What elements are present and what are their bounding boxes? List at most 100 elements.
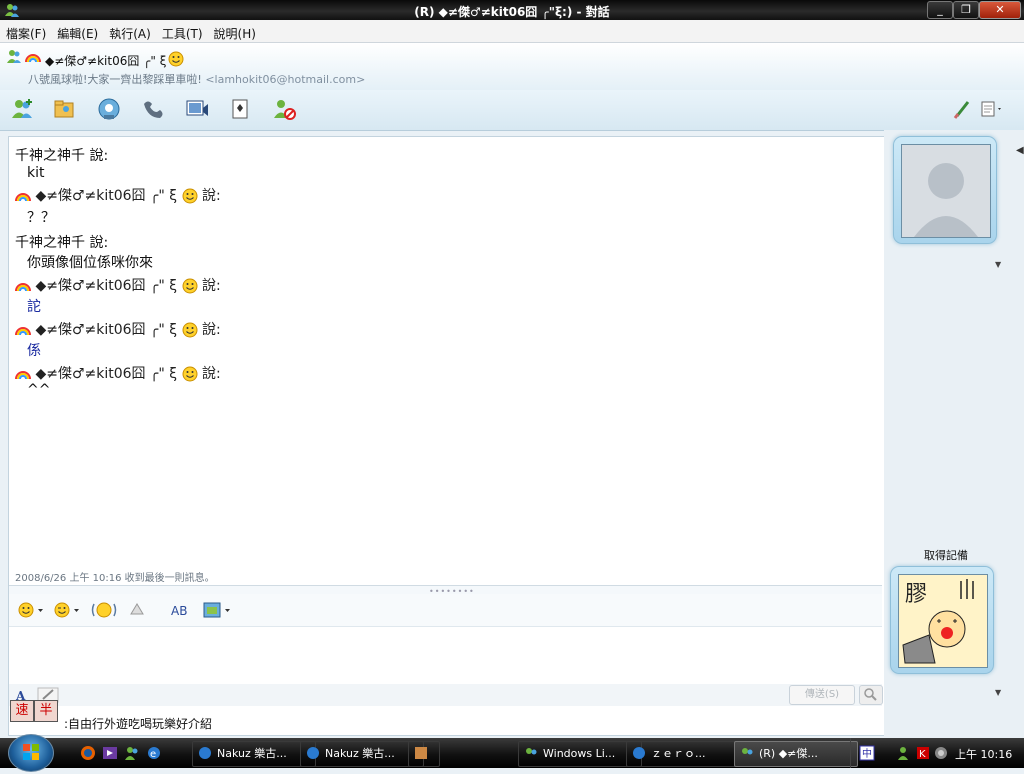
message-text: kit <box>27 165 45 181</box>
sender-row: ◆≠傑♂≠kit06囧 ╭" ξ 說: <box>15 363 221 383</box>
sender-row: ◆≠傑♂≠kit06囧 ╭" ξ 說: <box>15 275 221 295</box>
status-message-text: 八號風球啦!大家一齊出黎踩單車啦! <box>28 73 202 86</box>
menu-help[interactable]: 說明(H) <box>214 25 256 42</box>
collapse-panel-icon[interactable]: ◀ <box>1016 145 1024 156</box>
smiley-icon <box>182 278 198 294</box>
search-icon <box>864 688 877 701</box>
sender-row: ◆≠傑♂≠kit06囧 ╭" ξ 說: <box>15 185 221 205</box>
internet-explorer-icon[interactable]: e <box>146 745 162 761</box>
get-backup-label[interactable]: 取得記備 <box>924 547 968 563</box>
close-button[interactable]: ✕ <box>979 1 1021 19</box>
my-display-picture[interactable]: 膠 <box>890 566 994 674</box>
taskbar-task-browser-2[interactable]: Nakuz 樂古... <box>300 741 424 767</box>
messenger-icon <box>742 748 753 755</box>
media-icon[interactable] <box>102 745 118 761</box>
message-history[interactable]: 千神之神千 說: kit ◆≠傑♂≠kit06囧 ╭" ξ 說: ？？ 千神之神… <box>9 137 882 587</box>
my-avatar-image: 膠 <box>898 574 988 668</box>
says-label: 說: <box>202 322 221 338</box>
side-panel: ▼ 膠 ▼ <box>884 130 1024 738</box>
nudge-icon[interactable] <box>127 600 147 620</box>
clock[interactable]: 上午 10:16 <box>955 746 1012 762</box>
minimize-button[interactable]: _ <box>927 1 953 19</box>
ime-mode-button[interactable]: 速 <box>10 700 34 722</box>
rainbow-icon <box>15 193 31 202</box>
contact-email: <lamhokit06@hotmail.com> <box>205 73 366 86</box>
contact-header: ◆≠傑♂≠kit06囧 ╭" ξ 八號風球啦!大家一齊出黎踩單車啦! <lamh… <box>0 43 1024 90</box>
ime-width-button[interactable]: 半 <box>34 700 58 722</box>
svg-text:AB: AB <box>171 604 187 618</box>
taskbar-task-browser-1[interactable]: Nakuz 樂古... <box>192 741 316 767</box>
send-button[interactable]: 傳送(S) <box>789 685 855 705</box>
contact-display-picture[interactable] <box>893 136 997 244</box>
rainbow-icon <box>15 371 31 380</box>
menu-file[interactable]: 檔案(F) <box>6 25 46 42</box>
internet-explorer-icon <box>199 747 211 759</box>
personal-message: 八號風球啦!大家一齊出黎踩單車啦! <lamhokit06@hotmail.co… <box>28 71 365 87</box>
taskbar-task-messenger[interactable]: Windows Li... <box>518 741 642 767</box>
menu-bar: 檔案(F) 編輯(E) 執行(A) 工具(T) 說明(H) <box>0 20 1024 43</box>
spell-check-icon[interactable]: AB <box>169 600 191 620</box>
start-button[interactable] <box>8 734 54 772</box>
messenger-icon[interactable] <box>124 745 140 761</box>
maximize-button[interactable]: ❐ <box>953 1 979 19</box>
ime-language-icon[interactable]: 中 <box>859 745 875 761</box>
rainbow-icon <box>15 327 31 336</box>
layout-options-icon[interactable] <box>978 96 1004 122</box>
games-icon[interactable] <box>228 96 254 122</box>
taskbar-task-zero[interactable]: ｚｅｒｏ... <box>626 741 750 767</box>
invite-contact-icon[interactable] <box>10 96 36 122</box>
contact-photo-placeholder <box>901 144 991 238</box>
sender-name: ◆≠傑♂≠kit06囧 ╭" ξ <box>35 188 178 204</box>
taskbar: e Nakuz 樂古... Nakuz 樂古... Windows Li... … <box>0 734 1024 772</box>
background-picker-icon[interactable] <box>201 600 235 620</box>
block-contact-icon[interactable] <box>272 96 298 122</box>
menu-edit[interactable]: 編輯(E) <box>57 25 98 42</box>
message-text: ^^ <box>27 382 51 398</box>
title-bar: (R) ◆≠傑♂≠kit06囧 ╭"ξ:) - 對話 _ ❐ ✕ <box>0 0 1024 20</box>
says-label: 說: <box>202 278 221 294</box>
call-phone-icon[interactable] <box>140 96 166 122</box>
ime-status-text: :自由行外遊吃喝玩樂好介紹 <box>64 717 213 731</box>
antivirus-icon[interactable]: K <box>915 745 931 761</box>
svg-text:K: K <box>919 749 926 760</box>
firefox-icon[interactable] <box>80 745 96 761</box>
rainbow-icon <box>25 54 41 63</box>
menu-actions[interactable]: 執行(A) <box>109 25 151 42</box>
messenger-tray-icon[interactable] <box>897 745 913 761</box>
sender-row: ◆≠傑♂≠kit06囧 ╭" ξ 說: <box>15 319 221 339</box>
wink-picker-icon[interactable] <box>53 600 83 620</box>
menu-tools[interactable]: 工具(T) <box>162 25 203 42</box>
sender-label: 千神之神千 說: <box>15 148 109 164</box>
says-label: 說: <box>202 188 221 204</box>
contact-name: ◆≠傑♂≠kit06囧 ╭" ξ <box>45 54 167 68</box>
message-text: 係 <box>27 343 41 359</box>
emoticon-picker-icon[interactable] <box>17 600 47 620</box>
message-text: 你頭像個位係咪你來 <box>27 255 153 271</box>
send-files-icon[interactable] <box>52 96 78 122</box>
says-label: 說: <box>202 366 221 382</box>
conversation-toolbar <box>0 90 1024 131</box>
messenger-icon <box>526 748 537 755</box>
taskbar-task-conversation[interactable]: (R) ◆≠傑... <box>734 741 858 767</box>
search-button[interactable] <box>859 685 883 705</box>
message-text: ？？ <box>27 210 55 226</box>
video-call-icon[interactable] <box>96 96 122 122</box>
my-picture-dropdown-icon[interactable]: ▼ <box>995 688 1001 697</box>
task-label: Nakuz 樂古... <box>325 747 395 760</box>
smiley-icon <box>168 51 184 67</box>
smiley-icon <box>182 366 198 382</box>
sender-label: 千神之神千 說: <box>15 235 109 251</box>
svg-text:e: e <box>150 749 156 760</box>
internet-explorer-icon <box>307 747 319 759</box>
input-toolbar: AB <box>9 594 882 627</box>
message-input[interactable] <box>9 627 882 683</box>
network-icon[interactable] <box>933 745 949 761</box>
taskbar-task-game[interactable] <box>408 741 440 767</box>
internet-explorer-icon <box>633 747 645 759</box>
rainbow-icon <box>15 283 31 292</box>
smiley-icon <box>182 322 198 338</box>
voice-clip-icon[interactable] <box>91 600 117 620</box>
contact-picture-dropdown-icon[interactable]: ▼ <box>995 260 1001 269</box>
background-brush-icon[interactable] <box>950 96 976 122</box>
activities-icon[interactable] <box>184 96 210 122</box>
